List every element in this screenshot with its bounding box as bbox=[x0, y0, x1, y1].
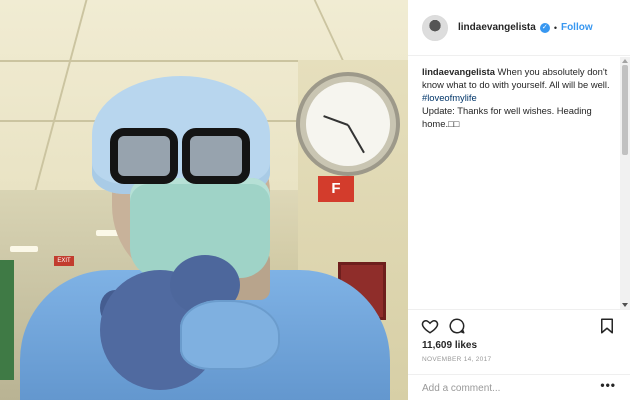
follow-button[interactable]: Follow bbox=[561, 22, 593, 33]
action-bar bbox=[408, 309, 630, 341]
scroll-thumb[interactable] bbox=[622, 65, 628, 155]
comment-bar: ••• bbox=[408, 374, 630, 400]
header-username[interactable]: lindaevangelista bbox=[458, 22, 536, 33]
post-header: lindaevangelista ✓ • Follow bbox=[408, 0, 630, 56]
caption: lindaevangelista When you absolutely don… bbox=[408, 57, 630, 130]
caption-scrollbar[interactable] bbox=[620, 57, 630, 309]
caption-update-glyphs: □□ bbox=[448, 118, 460, 129]
scroll-up-arrow-icon[interactable] bbox=[622, 59, 628, 63]
ceiling-light bbox=[10, 246, 38, 252]
separator-dot: • bbox=[553, 22, 557, 33]
comment-input[interactable] bbox=[422, 381, 592, 395]
fire-extinguisher-sign: F bbox=[318, 176, 354, 202]
like-count[interactable]: 11,609 likes bbox=[422, 340, 477, 351]
right-lens bbox=[182, 128, 250, 184]
hashtag-link[interactable]: #loveofmylife bbox=[422, 92, 477, 103]
exit-sign: EXIT bbox=[54, 256, 74, 266]
clock-face bbox=[306, 82, 390, 166]
post-photo[interactable]: EXIT F bbox=[0, 0, 408, 400]
caption-username[interactable]: lindaevangelista bbox=[422, 66, 495, 77]
post-date[interactable]: NOVEMBER 14, 2017 bbox=[422, 356, 491, 363]
avatar[interactable] bbox=[422, 14, 448, 41]
eyeglasses bbox=[104, 128, 254, 192]
verified-badge-icon: ✓ bbox=[539, 22, 550, 33]
gloved-hand bbox=[180, 300, 280, 370]
more-options-icon[interactable]: ••• bbox=[600, 378, 616, 392]
heart-icon[interactable] bbox=[421, 317, 439, 335]
caption-area: lindaevangelista When you absolutely don… bbox=[408, 57, 630, 307]
comment-icon[interactable] bbox=[448, 317, 466, 335]
wall-clock bbox=[296, 72, 400, 176]
post-side-panel: lindaevangelista ✓ • Follow lindaevangel… bbox=[408, 0, 630, 400]
scroll-down-arrow-icon[interactable] bbox=[622, 303, 628, 307]
clock-minute-hand bbox=[347, 124, 365, 154]
clock-hour-hand bbox=[323, 115, 349, 126]
caption-update: Update: Thanks for well wishes. Heading … bbox=[422, 104, 612, 130]
left-lens bbox=[110, 128, 178, 184]
bookmark-icon[interactable] bbox=[598, 317, 616, 335]
green-door bbox=[0, 260, 14, 380]
